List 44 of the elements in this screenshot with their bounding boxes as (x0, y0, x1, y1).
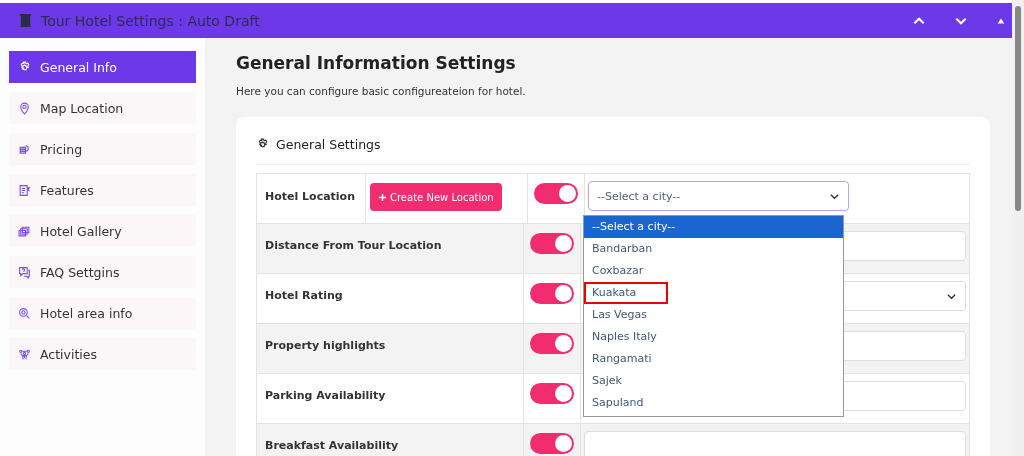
sidebar-item[interactable]: Pricing (9, 133, 196, 165)
dropdown-option[interactable]: Sajek (584, 370, 843, 392)
dropdown-option[interactable]: Sapuland (584, 392, 843, 414)
field-label: Hotel Location (265, 190, 355, 203)
sidebar-item[interactable]: Features (9, 174, 196, 206)
dropdown-option[interactable]: Coxbazar (584, 260, 843, 282)
dropdown-option[interactable]: Kuakata (584, 282, 668, 304)
sidebar-item[interactable]: Hotel Gallery (9, 215, 196, 247)
dropdown-option[interactable]: --Select a city-- (584, 216, 843, 238)
people-icon (18, 347, 31, 361)
sidebar-item[interactable]: General Info (9, 51, 196, 83)
chat-question-icon (18, 265, 31, 279)
sidebar-item[interactable]: Hotel area info (9, 297, 196, 329)
field-label: Parking Availability (265, 389, 386, 402)
sidebar-item[interactable]: Activities (9, 338, 196, 370)
map-pin-icon (18, 101, 31, 115)
toggle-switch[interactable] (530, 233, 574, 254)
toggle-switch[interactable] (530, 383, 574, 404)
city-select[interactable]: --Select a city-- (588, 181, 849, 211)
create-location-button[interactable]: Create New Location (370, 183, 502, 211)
card-title: General Settings (276, 137, 381, 152)
search-icon (18, 306, 31, 320)
gallery-icon (18, 224, 31, 238)
window-title: Tour Hotel Settings : Auto Draft (41, 12, 260, 29)
field-label: Breakfast Availability (265, 439, 399, 452)
toggle-switch[interactable] (530, 433, 574, 454)
field-label: Distance From Tour Location (265, 239, 442, 252)
input-field[interactable] (584, 431, 966, 456)
dropdown-option[interactable]: Naples Italy (584, 326, 843, 348)
coins-icon (18, 142, 31, 156)
sidebar-item[interactable]: FAQ Settgins (9, 256, 196, 288)
toggle-switch[interactable] (530, 333, 574, 354)
sidebar-item[interactable]: Map Location (9, 92, 196, 124)
plus-icon (378, 192, 387, 202)
page-title: General Information Settings (236, 53, 517, 73)
page-subtitle: Here you can configure basic configureateion for hotel. (236, 85, 527, 97)
dropdown-option[interactable]: Las Vegas (584, 304, 843, 326)
dropdown-option[interactable]: Rangamati (584, 348, 843, 370)
list-icon (18, 183, 31, 197)
field-label: Hotel Rating (265, 289, 343, 302)
field-label: Property highlights (265, 339, 386, 352)
dropdown-option[interactable]: Bandarban (584, 238, 843, 260)
toggle-switch[interactable] (530, 283, 574, 304)
toggle-switch[interactable] (534, 183, 578, 204)
